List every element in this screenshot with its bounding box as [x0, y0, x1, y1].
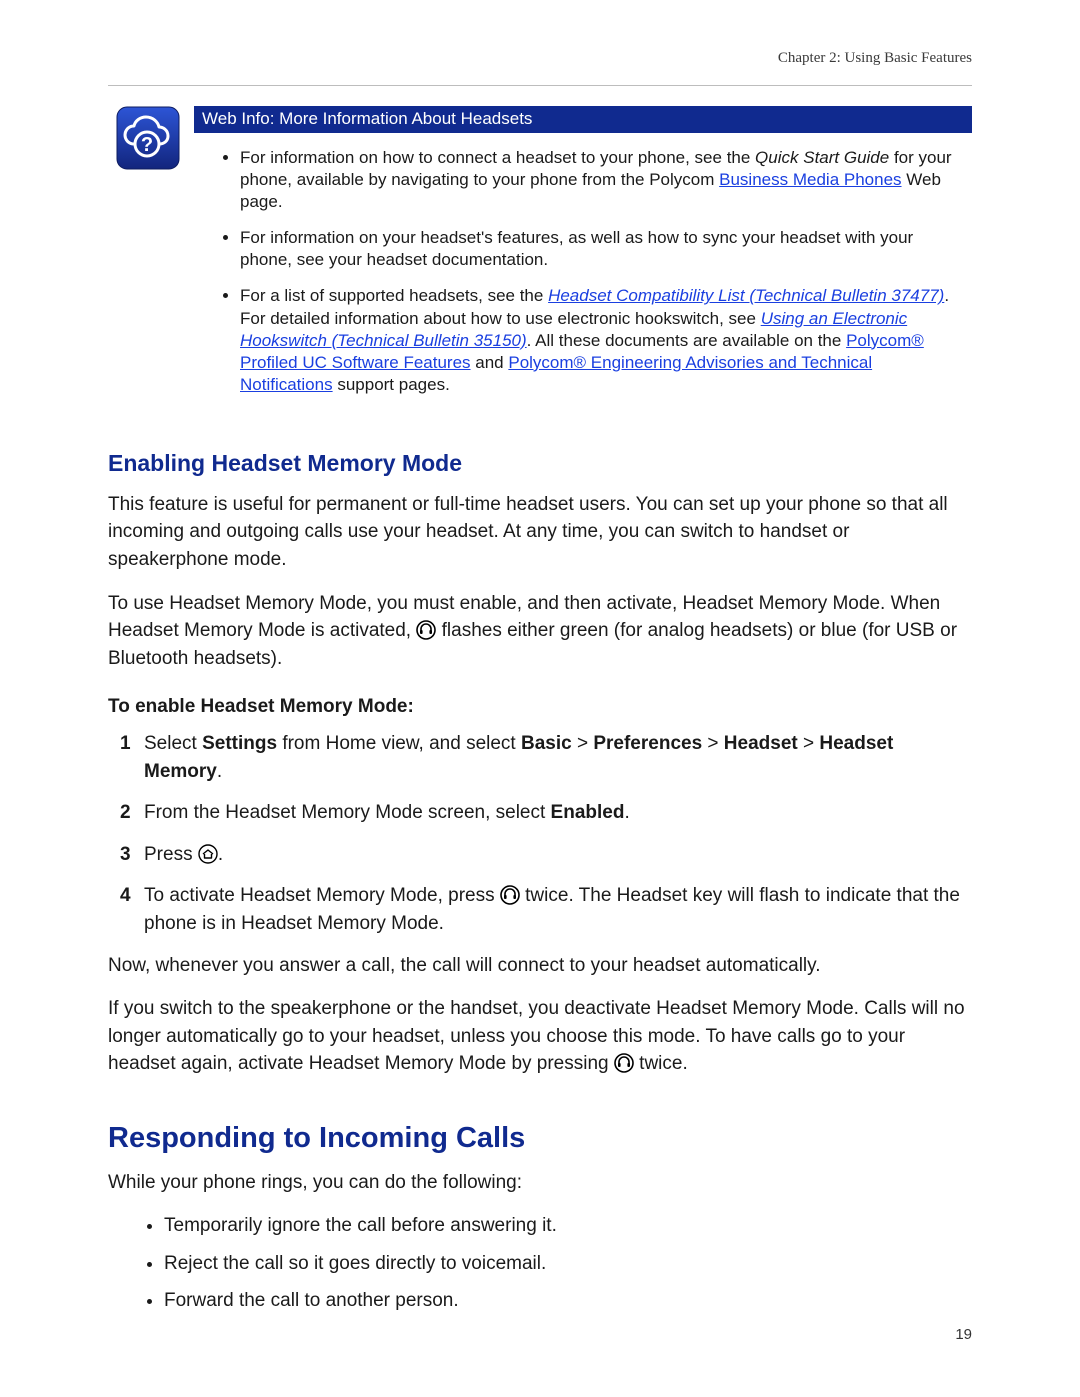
web-info-item: For information on how to connect a head…	[240, 147, 972, 213]
body-paragraph: While your phone rings, you can do the f…	[108, 1169, 972, 1197]
procedure-heading: To enable Headset Memory Mode:	[108, 696, 972, 718]
web-info-icon: ?	[116, 106, 180, 170]
headset-key-icon	[500, 885, 520, 905]
body-paragraph: If you switch to the speakerphone or the…	[108, 995, 972, 1078]
procedure-step: To activate Headset Memory Mode, press t…	[144, 882, 972, 937]
procedure-step: Press .	[144, 841, 972, 869]
procedure-step: Select Settings from Home view, and sele…	[144, 730, 972, 785]
procedure-step: From the Headset Memory Mode screen, sel…	[144, 799, 972, 827]
web-info-title: Web Info: More Information About Headset…	[194, 106, 972, 133]
headset-key-icon	[614, 1053, 634, 1073]
bullet-item: Reject the call so it goes directly to v…	[164, 1250, 972, 1278]
header-divider	[108, 85, 972, 86]
body-paragraph: To use Headset Memory Mode, you must ena…	[108, 590, 972, 673]
headset-key-icon	[416, 620, 436, 640]
link-business-media-phones[interactable]: Business Media Phones	[719, 170, 901, 189]
web-info-item: For information on your headset's featur…	[240, 227, 972, 271]
running-header: Chapter 2: Using Basic Features	[108, 50, 972, 67]
page-number: 19	[955, 1326, 972, 1343]
bullet-list: Temporarily ignore the call before answe…	[108, 1212, 972, 1315]
home-key-icon	[198, 844, 218, 864]
web-info-list: For information on how to connect a head…	[194, 147, 972, 396]
bullet-item: Temporarily ignore the call before answe…	[164, 1212, 972, 1240]
heading-responding-to-incoming-calls: Responding to Incoming Calls	[108, 1122, 972, 1155]
web-info-body: Web Info: More Information About Headset…	[194, 106, 972, 410]
svg-text:?: ?	[141, 134, 153, 156]
link-headset-compatibility-list[interactable]: Headset Compatibility List (Technical Bu…	[548, 286, 944, 305]
web-info-callout: ? Web Info: More Information About Heads…	[116, 106, 972, 410]
body-paragraph: Now, whenever you answer a call, the cal…	[108, 952, 972, 980]
bullet-item: Forward the call to another person.	[164, 1287, 972, 1315]
web-info-item: For a list of supported headsets, see th…	[240, 285, 972, 395]
heading-enabling-headset-memory: Enabling Headset Memory Mode	[108, 450, 972, 477]
procedure-steps: Select Settings from Home view, and sele…	[108, 730, 972, 937]
body-paragraph: This feature is useful for permanent or …	[108, 491, 972, 574]
